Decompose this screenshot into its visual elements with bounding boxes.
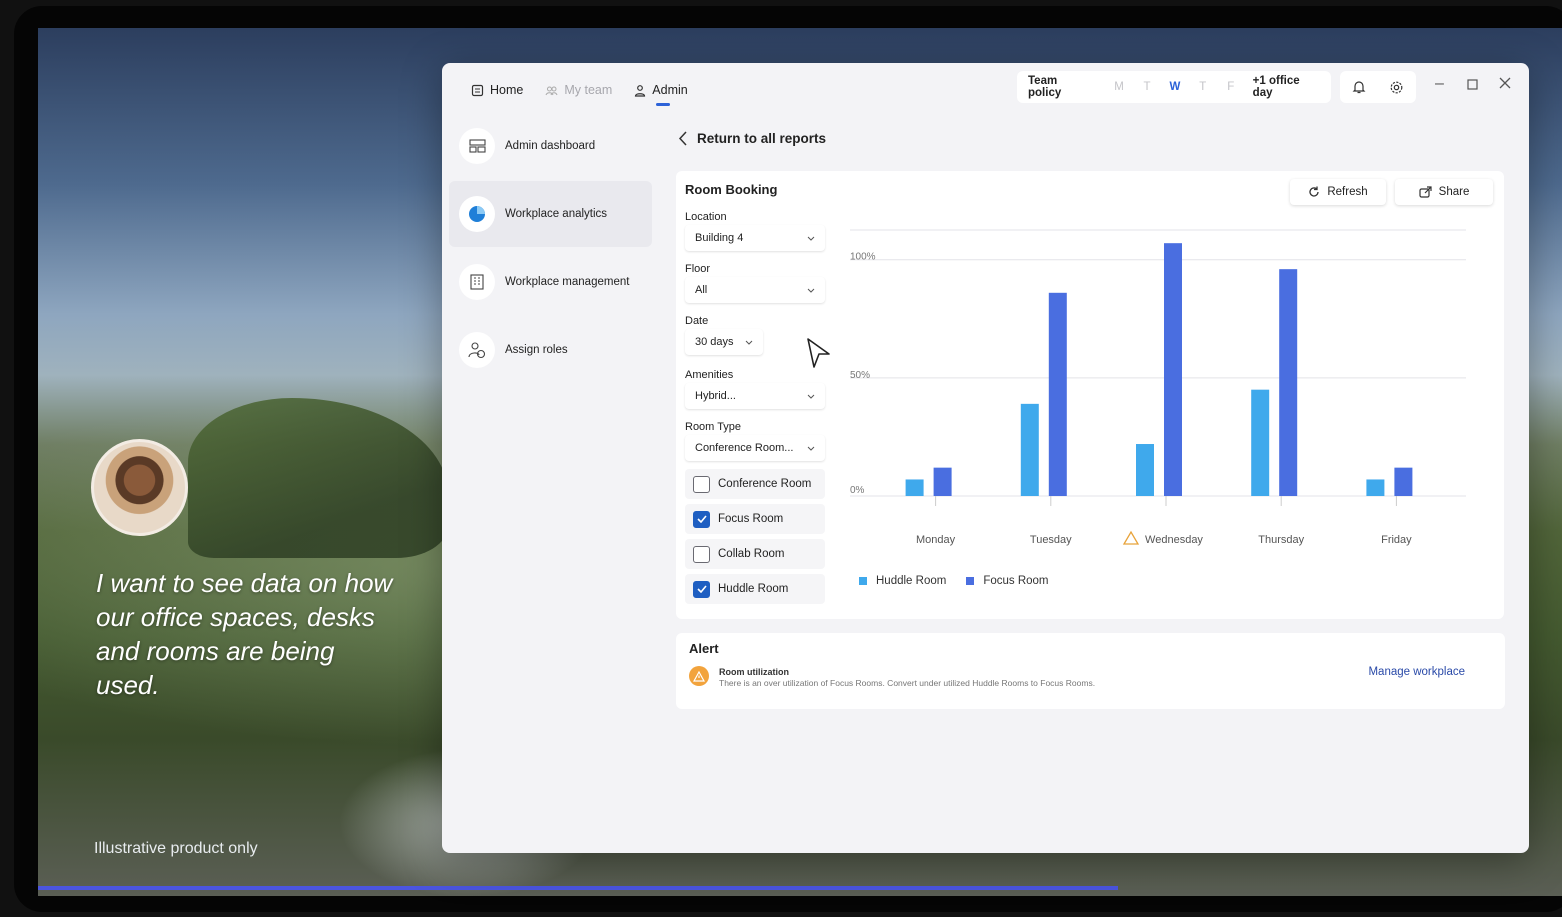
bar-focus-room [1394, 467, 1413, 496]
back-link-label: Return to all reports [697, 131, 827, 146]
day-monday: M [1114, 81, 1124, 93]
legend-label: Focus Room [983, 575, 1049, 587]
building-icon [459, 264, 495, 300]
nav-home[interactable]: Home [471, 83, 523, 97]
avatar [91, 439, 188, 536]
alert-card: Alert Room utilization There is an over … [676, 633, 1505, 709]
day-thursday: T [1199, 81, 1207, 93]
back-link[interactable]: Return to all reports [678, 131, 826, 146]
y-tick-label: 100% [850, 252, 876, 263]
sidebar: Admin dashboard Workplace analytics Work… [449, 113, 652, 385]
chart-legend: Huddle Room Focus Room [859, 575, 1049, 587]
manage-workplace-link[interactable]: Manage workplace [1368, 666, 1465, 678]
sidebar-item-label: Workplace management [505, 276, 630, 288]
team-icon [545, 86, 558, 95]
bar-huddle-room [1020, 403, 1039, 496]
bar-huddle-room [1136, 444, 1154, 496]
sidebar-item-label: Assign roles [505, 344, 568, 356]
room-booking-chart: 0% 50% 100% Monday Tuesday Wednesday Thursday F… [850, 229, 1466, 546]
legend-swatch-huddle [859, 577, 867, 585]
nav-admin[interactable]: Admin [634, 83, 688, 106]
bar-huddle-room [1251, 389, 1270, 496]
sidebar-item-assign-roles[interactable]: Assign roles [449, 317, 652, 383]
team-policy-bar: Team policy M T W T F +1 office day [1017, 71, 1331, 103]
nav-my-team[interactable]: My team [545, 83, 612, 97]
cliff-decoration [188, 398, 448, 558]
quote-text: I want to see data on how our office spa… [96, 568, 393, 700]
close-icon[interactable] [1499, 76, 1511, 94]
office-day-count: +1 office day [1252, 75, 1300, 99]
alert-title: Alert [689, 641, 719, 656]
nav-home-label: Home [490, 83, 524, 97]
x-tick-label: Tuesday [1030, 534, 1072, 546]
bar-focus-room [1279, 269, 1298, 496]
minimize-icon[interactable]: – [1435, 75, 1444, 93]
x-tick-label: Friday [1381, 534, 1412, 546]
video-progress-bar [38, 886, 1118, 890]
assign-roles-icon [459, 332, 495, 368]
nav-my-team-label: My team [564, 83, 613, 97]
y-tick-label: 0% [850, 485, 865, 496]
legend-swatch-focus [966, 577, 975, 585]
day-tuesday: T [1143, 81, 1151, 93]
x-tick-label: Monday [916, 534, 956, 546]
report-card: Room Booking Location Building 4 Floor A… [676, 171, 1504, 619]
bar-huddle-room [1366, 479, 1385, 496]
team-policy-label: Team policy [1028, 75, 1062, 99]
sidebar-item-workplace-management[interactable]: Workplace management [449, 249, 652, 315]
bell-icon[interactable] [1352, 80, 1366, 94]
checkbox-checked-icon[interactable] [693, 580, 710, 598]
dashboard-icon [459, 128, 495, 164]
app-window: Home My team Admin Team policy M T W T F… [442, 63, 1529, 853]
home-icon [471, 84, 484, 96]
day-wednesday: W [1169, 81, 1181, 93]
day-friday: F [1227, 81, 1235, 93]
gear-icon[interactable] [1389, 80, 1404, 95]
disclaimer-text: Illustrative product only [94, 840, 258, 857]
nav-admin-label: Admin [652, 83, 688, 97]
sidebar-item-label: Admin dashboard [505, 140, 596, 152]
toolbar-buttons [1340, 71, 1416, 103]
active-tab-indicator [656, 103, 671, 106]
chevron-left-icon [678, 131, 687, 146]
sidebar-item-workplace-analytics[interactable]: Workplace analytics [449, 181, 652, 247]
x-tick-label: Wednesday [1145, 534, 1203, 546]
warning-icon [1122, 530, 1140, 545]
warning-icon [689, 666, 709, 686]
person-icon [635, 84, 646, 97]
bar-focus-room [933, 467, 952, 496]
sidebar-item-admin-dashboard[interactable]: Admin dashboard [449, 113, 652, 179]
legend-label: Huddle Room [876, 575, 947, 587]
bar-focus-room [1048, 292, 1067, 496]
top-navigation: Home My team Admin [471, 79, 688, 106]
alert-item-title: Room utilization [719, 667, 789, 677]
legend-item: Focus Room [966, 575, 1049, 587]
room-type-option[interactable]: Huddle Room [685, 574, 825, 604]
mouse-cursor-icon [807, 338, 830, 368]
alert-item-description: There is an over utilization of Focus Ro… [719, 678, 1096, 688]
sidebar-item-label: Workplace analytics [505, 208, 608, 220]
room-type-option-label: Huddle Room [718, 583, 789, 595]
bar-huddle-room [905, 479, 924, 496]
bar-focus-room [1164, 243, 1182, 496]
legend-item: Huddle Room [859, 575, 946, 587]
pie-chart-icon [459, 196, 495, 232]
maximize-icon[interactable] [1467, 77, 1478, 95]
y-tick-label: 50% [850, 370, 870, 381]
x-tick-label: Thursday [1258, 534, 1304, 546]
